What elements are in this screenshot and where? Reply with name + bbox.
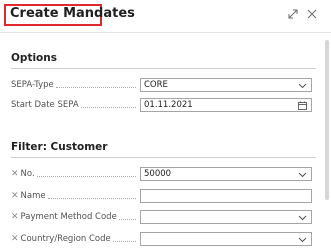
label-leader-dots [118,218,136,220]
filter-name-input[interactable] [140,189,312,203]
chevron-down-icon[interactable] [298,235,307,244]
remove-filter-icon[interactable]: ✕ [11,169,19,179]
label-leader-dots [55,86,136,88]
filter-name-label-value: Name [20,191,46,201]
remove-filter-icon[interactable]: ✕ [11,191,19,201]
filter-payment-method-label: ✕ Payment Method Code [11,210,136,224]
filter-name-label-text: ✕ Name [11,191,48,201]
remove-filter-icon[interactable]: ✕ [11,212,19,222]
filter-payment-method-label-value: Payment Method Code [20,212,117,222]
remove-filter-icon[interactable]: ✕ [11,234,19,244]
filter-payment-method-select[interactable] [140,210,312,224]
filter-heading: Filter: Customer [11,141,108,153]
dialog-title: Create Mandates [10,6,135,21]
label-leader-dots [112,240,136,242]
label-leader-dots [47,197,136,199]
filter-divider [11,157,316,158]
scrollbar[interactable] [325,40,329,200]
label-leader-dots [36,175,136,177]
sepa-type-label-text: SEPA-Type [11,80,56,90]
filter-no-select[interactable]: 50000 [140,167,312,181]
start-date-value: 01.11.2021 [144,100,193,110]
filter-country-label: ✕ Country/Region Code [11,232,136,246]
expand-icon[interactable] [287,8,299,20]
sepa-type-select[interactable]: CORE [140,78,312,92]
chevron-down-icon[interactable] [298,81,307,90]
sepa-type-label: SEPA-Type [11,78,136,92]
filter-no-label-text: ✕ No. [11,169,37,179]
filter-no-label-value: No. [20,169,35,179]
create-mandates-dialog: Create Mandates Options SEPA-Type CORE S… [0,0,331,252]
calendar-icon[interactable] [298,101,307,110]
chevron-down-icon[interactable] [298,213,307,222]
start-date-label: Start Date SEPA [11,98,136,112]
filter-no-label: ✕ No. [11,167,136,181]
filter-payment-method-label-text: ✕ Payment Method Code [11,212,119,222]
start-date-input[interactable]: 01.11.2021 [140,98,312,112]
filter-name-label: ✕ Name [11,189,136,203]
filter-country-label-value: Country/Region Code [20,234,111,244]
filter-country-label-text: ✕ Country/Region Code [11,234,113,244]
chevron-down-icon[interactable] [298,170,307,179]
filter-no-value: 50000 [144,169,172,179]
options-heading: Options [11,52,57,64]
label-leader-dots [80,106,136,108]
sepa-type-value: CORE [144,80,168,90]
filter-country-select[interactable] [140,232,312,246]
start-date-label-text: Start Date SEPA [11,100,81,110]
options-divider [11,68,316,69]
close-icon[interactable] [306,8,318,20]
